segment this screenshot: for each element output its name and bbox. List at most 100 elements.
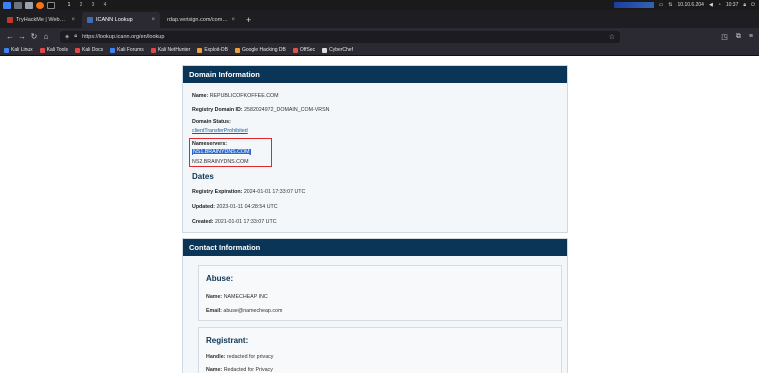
bookmark-offsec[interactable]: OffSec	[292, 47, 315, 53]
registrant-contact-box: Registrant: Handle: redacted for privacy…	[198, 327, 562, 373]
registry-expiration-row: Registry Expiration: 2024-01-01 17:33:07…	[192, 189, 305, 195]
exploit-db-icon	[197, 47, 203, 53]
workspace-2[interactable]: 2	[75, 2, 87, 8]
kali-docs-icon	[75, 47, 80, 53]
bookmark-kali-linux[interactable]: Kali Linux	[4, 47, 33, 53]
kali-tools-icon	[39, 47, 45, 53]
kali-icon	[4, 47, 9, 53]
notification-icon[interactable]: ◔	[718, 2, 721, 8]
abuse-contact-box: Abuse: Name: NAMECHEAP INC Email: abuse@…	[198, 265, 562, 321]
cpu-graph-icon	[613, 2, 654, 8]
bookmark-kali-docs[interactable]: Kali Docs	[75, 47, 103, 53]
nameservers-row: Nameservers:	[192, 141, 227, 147]
lock-icon[interactable]: 🔒︎	[74, 33, 77, 40]
created-row: Created: 2021-01-01 17:33:07 UTC	[192, 219, 277, 225]
pocket-icon[interactable]: ◳	[721, 33, 728, 41]
workspace-1[interactable]: 1	[63, 2, 75, 8]
nameservers-label: Nameservers:	[192, 141, 228, 147]
domain-name-value: REPUBLICOFKOFFEE.COM	[209, 93, 279, 99]
kali-menu-icon[interactable]	[3, 1, 11, 9]
close-tab-icon[interactable]: ×	[71, 17, 75, 23]
terminal-icon[interactable]	[47, 1, 55, 9]
tab-icann-lookup[interactable]: ICANN Lookup ×	[82, 12, 160, 28]
close-tab-icon[interactable]: ×	[151, 17, 155, 23]
extensions-icon[interactable]: ⧉	[736, 33, 741, 41]
close-tab-icon[interactable]: ×	[231, 17, 235, 23]
new-tab-button[interactable]: +	[246, 15, 251, 25]
updated-label: Updated:	[192, 204, 215, 210]
bookmark-kali-nethunter[interactable]: Kali NetHunter	[150, 47, 190, 53]
cyberchef-icon	[322, 47, 328, 53]
registry-id-value: 2582024972_DOMAIN_COM-VRSN	[244, 107, 330, 113]
domain-name-label: Name:	[192, 93, 209, 99]
expiration-label: Registry Expiration:	[192, 189, 243, 195]
system-taskbar: 1 2 3 4 ▭ ⇅ 10.10.6.204 ◀ ◔ 10:37 🔒︎ ⏻	[0, 0, 759, 10]
bookmark-star-icon[interactable]: ☆	[609, 33, 615, 41]
registrant-handle-row: Handle: redacted for privacy	[206, 354, 273, 360]
tab-label: TryHackMe | WebOSINT	[16, 17, 68, 23]
kali-forums-icon	[110, 47, 116, 53]
bookmark-kali-tools[interactable]: Kali Tools	[39, 47, 68, 53]
workspace-4[interactable]: 4	[99, 2, 111, 8]
page-content: Domain Information Name: REPUBLICOFKOFFE…	[0, 57, 759, 373]
registrant-heading: Registrant:	[206, 336, 249, 345]
bookmark-google-hacking-db[interactable]: Google Hacking DB	[234, 47, 286, 53]
abuse-email-label: Email:	[206, 308, 222, 314]
registrant-name-row: Name: Redacted for Privacy	[206, 367, 273, 373]
contact-information-panel: Contact Information Abuse: Name: NAMECHE…	[182, 238, 568, 373]
firefox-icon[interactable]	[36, 1, 44, 9]
offsec-icon	[292, 47, 298, 53]
forward-icon[interactable]: →	[16, 32, 28, 41]
navigation-bar: ← → ↻ ⌂ ◈ 🔒︎ https://lookup.icann.org/en…	[0, 28, 759, 45]
registry-id-row: Registry Domain ID: 2582024972_DOMAIN_CO…	[192, 107, 330, 113]
abuse-email-row: Email: abuse@namecheap.com	[206, 308, 282, 314]
tryhackme-favicon-icon	[7, 17, 13, 23]
created-value: 2021-01-01 17:33:07 UTC	[214, 219, 277, 225]
shield-icon[interactable]: ◈	[65, 34, 69, 40]
tab-rdap[interactable]: rdap.verisign.com/com/v1/do ×	[162, 12, 240, 28]
domain-status-link[interactable]: clientTransferProhibited	[192, 128, 248, 134]
back-icon[interactable]: ←	[4, 32, 16, 41]
expiration-value: 2024-01-01 17:33:07 UTC	[243, 189, 306, 195]
file-manager-icon[interactable]	[25, 1, 33, 9]
bookmark-cyberchef[interactable]: CyberChef	[322, 47, 353, 53]
workspace-3[interactable]: 3	[87, 2, 99, 8]
tab-bar: TryHackMe | WebOSINT × ICANN Lookup × rd…	[0, 10, 759, 28]
home-icon[interactable]: ⌂	[40, 32, 52, 41]
domain-information-header: Domain Information	[183, 66, 567, 83]
nameserver-1-selected[interactable]: NS1.BRAINYDNS.COM	[192, 149, 251, 155]
audio-icon[interactable]: ◀	[709, 2, 713, 8]
tab-label: ICANN Lookup	[96, 17, 133, 23]
contact-information-header: Contact Information	[183, 239, 567, 256]
abuse-name-label: Name:	[206, 294, 223, 300]
power-icon[interactable]: ⏻	[751, 2, 755, 8]
desktop-icon[interactable]	[14, 1, 22, 9]
lock-icon[interactable]: 🔒︎	[743, 2, 746, 8]
abuse-name-row: Name: NAMECHEAP INC	[206, 294, 268, 300]
icann-favicon-icon	[87, 17, 93, 23]
clock: 10:37	[725, 2, 739, 8]
domain-name-row: Name: REPUBLICOFKOFFEE.COM	[192, 93, 279, 99]
abuse-name-value: NAMECHEAP INC	[223, 294, 268, 300]
ip-address: 10.10.6.204	[677, 2, 704, 8]
display-icon[interactable]: ▭	[659, 2, 664, 8]
nameserver-2: NS2.BRAINYDNS.COM	[192, 159, 249, 165]
reload-icon[interactable]: ↻	[28, 32, 40, 41]
url-text[interactable]: https://lookup.icann.org/en/lookup	[82, 34, 164, 40]
handle-value: redacted for privacy	[226, 354, 274, 360]
domain-status-label: Domain Status:	[192, 119, 231, 125]
tab-label: rdap.verisign.com/com/v1/do	[167, 17, 228, 23]
bookmark-exploit-db[interactable]: Exploit-DB	[197, 47, 228, 53]
system-tray: ▭ ⇅ 10.10.6.204 ◀ ◔ 10:37 🔒︎ ⏻	[613, 0, 755, 10]
created-label: Created:	[192, 219, 214, 225]
bookmark-kali-forums[interactable]: Kali Forums	[110, 47, 144, 53]
registrant-name-label: Name:	[206, 367, 223, 373]
url-bar[interactable]: ◈ 🔒︎ https://lookup.icann.org/en/lookup …	[60, 30, 620, 43]
tab-tryhackme[interactable]: TryHackMe | WebOSINT ×	[2, 12, 80, 28]
network-icon[interactable]: ⇅	[668, 2, 672, 8]
abuse-heading: Abuse:	[206, 274, 234, 283]
browser-toolbar-right: ◳ ⧉ ≡	[721, 33, 759, 41]
updated-row: Updated: 2023-01-11 04:28:54 UTC	[192, 204, 278, 210]
menu-icon[interactable]: ≡	[749, 33, 753, 41]
domain-information-panel: Domain Information Name: REPUBLICOFKOFFE…	[182, 65, 568, 233]
